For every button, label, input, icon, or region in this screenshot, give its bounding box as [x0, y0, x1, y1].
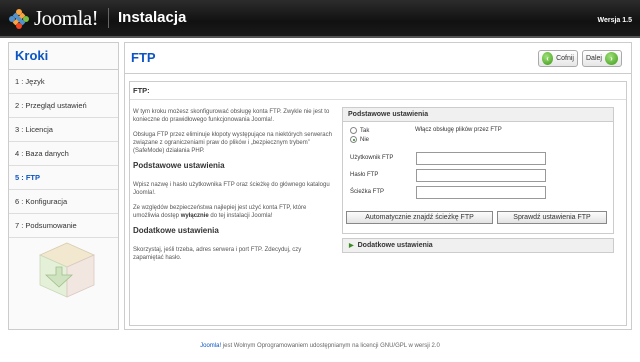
step-license: 3 : Licencja — [9, 118, 118, 142]
step-configuration: 6 : Konfiguracja — [9, 190, 118, 214]
title-divider — [125, 73, 631, 74]
intro-text-2: Obsługa FTP przez eliminuje kłopoty wyst… — [133, 132, 332, 154]
install-box-icon — [39, 242, 95, 298]
check-ftp-settings-button[interactable]: Sprawdź ustawienia FTP — [497, 211, 607, 224]
intro-text: W tym kroku możesz skonfigurować obsługę… — [133, 109, 330, 123]
steps-sidebar: Kroki 1 : Język 2 : Przegląd ustawień 3 … — [8, 42, 119, 330]
next-button-label: Dalej — [586, 55, 602, 62]
advanced-settings-toggle[interactable]: ▶ Dodatkowe ustawienia — [342, 238, 614, 253]
footer-joomla-link[interactable]: Joomla! — [200, 343, 221, 349]
advanced-settings-heading: Dodatkowe ustawienia — [133, 226, 219, 235]
step-summary: 7 : Podsumowanie — [9, 214, 118, 238]
app-title: Instalacja — [118, 9, 187, 26]
ftp-path-input[interactable] — [416, 186, 546, 199]
advanced-settings-label: Dodatkowe ustawienia — [357, 242, 433, 249]
joomla-logo-icon — [9, 8, 29, 29]
footer-text: jest Wolnym Oprogramowaniem udostępniany… — [221, 343, 440, 349]
header-divider — [108, 8, 109, 28]
subtitle-divider — [130, 99, 626, 100]
radio-yes[interactable]: Tak — [350, 127, 369, 134]
version-label: Wersja 1.5 — [597, 17, 632, 24]
basic-settings-panel: Podstawowe ustawienia Tak Nie Włącz obsł… — [342, 107, 614, 234]
radio-no[interactable]: Nie — [350, 136, 369, 143]
security-text-bold: wyłącznie — [180, 213, 209, 219]
ftp-user-label: Użytkownik FTP — [350, 155, 394, 161]
security-text: Ze względów bezpieczeństwa najlepiej jes… — [133, 204, 333, 220]
main-panel: FTP ‹ Cofnij Dalej › FTP: W tym kroku mo… — [124, 42, 632, 330]
ftp-path-label: Ścieżka FTP — [350, 189, 385, 195]
step-database: 4 : Baza danych — [9, 142, 118, 166]
next-button[interactable]: Dalej › — [582, 50, 622, 67]
header-bar: Joomla! Instalacja Wersja 1.5 — [0, 0, 640, 38]
help-text-column: W tym kroku możesz skonfigurować obsługę… — [133, 108, 333, 269]
step-ftp: 5 : FTP — [9, 166, 118, 190]
security-text-post: do tej instalacji Joomla! — [208, 213, 273, 219]
radio-yes-control[interactable] — [350, 127, 357, 134]
joomla-logo: Joomla! — [8, 6, 99, 31]
radio-no-control[interactable] — [350, 136, 357, 143]
enable-ftp-label: Włącz obsługę plików przez FTP — [415, 127, 502, 133]
step-language: 1 : Język — [9, 70, 118, 94]
logo-text: Joomla! — [34, 6, 99, 30]
steps-title: Kroki — [9, 43, 118, 70]
ftp-password-input[interactable] — [416, 169, 546, 182]
ftp-password-label: Hasło FTP — [350, 172, 379, 178]
ftp-user-input[interactable] — [416, 152, 546, 165]
basic-settings-heading: Podstawowe ustawienia — [133, 161, 225, 170]
section-subtitle: FTP: — [133, 86, 150, 95]
footer: Joomla! jest Wolnym Oprogramowaniem udos… — [0, 343, 640, 349]
auto-find-path-button[interactable]: Automatycznie znajdź ścieżkę FTP — [346, 211, 493, 224]
back-button-label: Cofnij — [556, 55, 574, 62]
page-title: FTP — [131, 50, 156, 65]
radio-yes-label: Tak — [360, 127, 370, 134]
arrow-right-icon: › — [604, 52, 618, 65]
back-button[interactable]: ‹ Cofnij — [538, 50, 578, 67]
triangle-right-icon: ▶ — [349, 243, 354, 249]
basic-settings-text: Wpisz nazwę i hasło użytkownika FTP oraz… — [133, 182, 330, 196]
step-precheck: 2 : Przegląd ustawień — [9, 94, 118, 118]
radio-no-label: Nie — [360, 136, 370, 143]
arrow-left-icon: ‹ — [542, 52, 554, 65]
ftp-content-box: FTP: W tym kroku możesz skonfigurować ob… — [129, 81, 627, 326]
advanced-settings-text: Skorzystaj, jeśli trzeba, adres serwera … — [133, 247, 302, 261]
panel-heading: Podstawowe ustawienia — [343, 108, 613, 122]
